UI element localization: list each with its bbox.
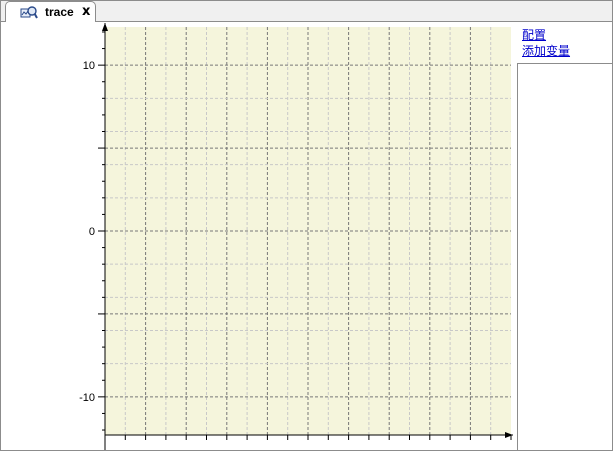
config-link[interactable]: 配置 [522,26,546,43]
tab-label: trace [45,5,74,19]
y-tick-label: 10 [83,60,95,72]
close-icon[interactable]: x [82,4,90,20]
add-variable-link[interactable]: 添加变量 [522,42,570,59]
trace-side-panel: 配置 添加变量 [517,21,613,451]
tab-bar: trace x [1,1,612,22]
y-tick-label: 0 [89,226,95,238]
trace-scope-icon [20,6,38,19]
tab-trace[interactable]: trace x [5,1,96,22]
trace-chart[interactable]: -10 0 10 [1,21,517,450]
variable-list[interactable] [517,63,613,451]
y-tick-label: -10 [79,392,95,404]
